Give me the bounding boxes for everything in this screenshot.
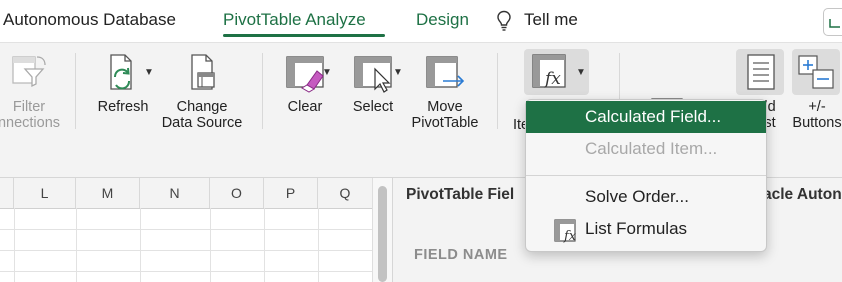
- column-header-row: L M N O P Q: [0, 178, 372, 209]
- tab-autonomous-database[interactable]: Autonomous Database: [3, 10, 176, 30]
- share-icon: [829, 19, 840, 28]
- fx-formula-icon: fx: [532, 54, 566, 89]
- move-label-line2: PivotTable: [411, 115, 479, 131]
- ribbon-separator: [262, 53, 263, 129]
- calculated-field-label: Calculated Field...: [585, 107, 722, 126]
- tab-pivottable-analyze[interactable]: PivotTable Analyze: [223, 10, 366, 30]
- clear-dropdown-chevron-icon[interactable]: ▼: [322, 67, 332, 78]
- move-pivottable-button[interactable]: Move PivotTable: [408, 51, 482, 131]
- spreadsheet-grid[interactable]: L M N O P Q: [0, 178, 372, 282]
- refresh-icon: [110, 54, 132, 90]
- svg-text:fx: fx: [543, 69, 561, 89]
- solve-order-label: Solve Order...: [585, 187, 689, 206]
- menu-divider: [526, 175, 766, 176]
- filter-connections-label-line2: nnections: [0, 115, 61, 131]
- select-label: Select: [352, 99, 394, 115]
- ribbon-separator: [75, 53, 76, 129]
- refresh-button[interactable]: Refresh: [92, 51, 154, 115]
- column-gridline: [264, 208, 265, 282]
- select-button[interactable]: Select: [343, 51, 403, 115]
- calculated-item-label: Calculated Item...: [585, 139, 718, 158]
- column-header[interactable]: L: [14, 178, 76, 208]
- change-data-source-button[interactable]: Change Data Source: [160, 51, 244, 131]
- change-source-label-line2: Data Source: [161, 115, 243, 131]
- column-gridline: [76, 208, 77, 282]
- menu-item-calculated-field[interactable]: Calculated Field...: [526, 101, 766, 133]
- column-gridline: [318, 208, 319, 282]
- menu-item-calculated-item: Calculated Item...: [526, 133, 766, 165]
- clear-button[interactable]: Clear: [277, 51, 333, 115]
- refresh-dropdown-chevron-icon[interactable]: ▼: [144, 67, 154, 78]
- column-header[interactable]: P: [264, 178, 318, 208]
- tell-me-search[interactable]: Tell me: [524, 10, 578, 30]
- svg-text:fx: fx: [563, 229, 577, 244]
- fields-items-dropdown-chevron-icon[interactable]: ▼: [576, 67, 586, 78]
- move-label-line1: Move: [427, 99, 463, 115]
- column-gridline: [140, 208, 141, 282]
- pane-source-title: acle Auton: [763, 186, 842, 203]
- select-cursor-icon: [354, 56, 392, 93]
- select-dropdown-chevron-icon[interactable]: ▼: [393, 67, 403, 78]
- plus-minus-label: +/- Buttons: [792, 99, 842, 131]
- filter-connections-label-line1: Filter: [12, 99, 46, 115]
- clear-eraser-icon: [286, 56, 324, 93]
- menu-item-list-formulas[interactable]: fx List Formulas: [526, 213, 766, 245]
- plus-minus-icon: [798, 55, 834, 89]
- column-header[interactable]: M: [76, 178, 140, 208]
- field-name-header: FIELD NAME: [414, 247, 508, 263]
- filter-connections-icon: [12, 56, 46, 88]
- row-gridline: [0, 229, 372, 230]
- pane-title: PivotTable Fiel: [406, 186, 515, 203]
- clear-label: Clear: [287, 99, 323, 115]
- fields-items-sets-menu: Calculated Field... Calculated Item... S…: [525, 99, 767, 252]
- lightbulb-icon: [497, 10, 511, 31]
- scrollbar-thumb[interactable]: [378, 186, 387, 282]
- change-source-label-line1: Change: [176, 99, 228, 115]
- row-gridline: [0, 271, 372, 272]
- list-formulas-label: List Formulas: [585, 219, 688, 238]
- refresh-label: Refresh: [97, 99, 149, 115]
- move-pivottable-icon: [426, 56, 465, 88]
- list-formulas-fx-icon: fx: [554, 219, 577, 244]
- column-header[interactable]: N: [140, 178, 210, 208]
- column-header-partial[interactable]: [0, 178, 14, 208]
- ribbon-separator: [497, 53, 498, 129]
- menu-item-solve-order[interactable]: Solve Order...: [526, 181, 766, 213]
- share-button[interactable]: [823, 8, 842, 36]
- change-data-source-icon: [191, 54, 215, 90]
- active-tab-indicator: [223, 34, 385, 37]
- row-gridline: [0, 250, 372, 251]
- tab-design[interactable]: Design: [416, 10, 469, 30]
- column-gridline: [14, 208, 15, 282]
- column-header[interactable]: O: [210, 178, 264, 208]
- filter-connections-button[interactable]: Filter nnections: [0, 51, 64, 131]
- ribbon-tab-bar: Autonomous Database PivotTable Analyze D…: [0, 0, 842, 42]
- field-list-icon: [747, 54, 775, 90]
- column-gridline: [210, 208, 211, 282]
- vertical-scrollbar[interactable]: [372, 178, 393, 282]
- column-header[interactable]: Q: [318, 178, 372, 208]
